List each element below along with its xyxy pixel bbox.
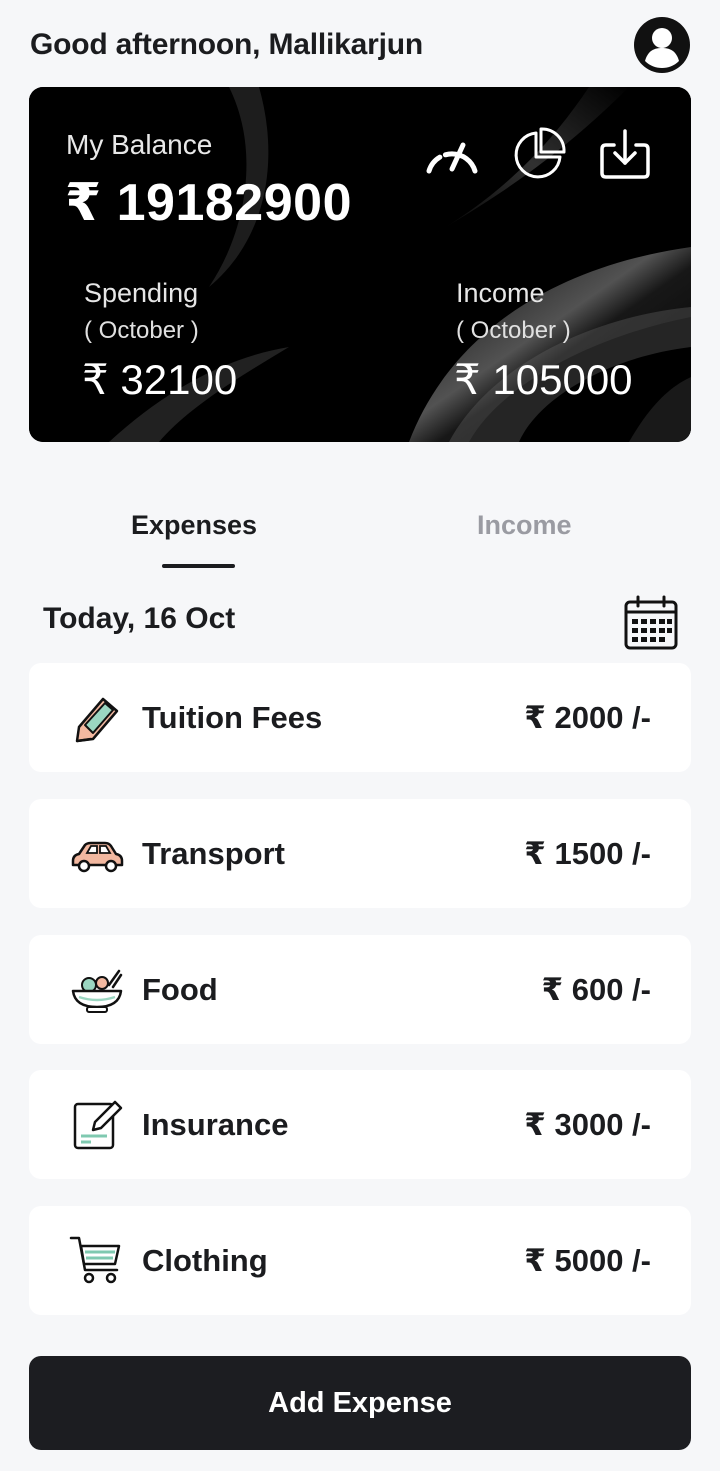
tab-income[interactable]: Income [477,510,572,541]
expense-name: Insurance [142,1107,289,1142]
car-icon [71,841,124,873]
download-icon[interactable] [596,125,654,183]
expense-amount: ₹ 600 /- [541,972,651,1007]
user-avatar-icon[interactable] [633,16,691,74]
spending-value: ₹ 32100 [82,356,238,403]
food-bowl-icon [71,969,123,1013]
income-value: ₹ 105000 [454,356,633,403]
calendar-icon[interactable] [622,594,680,652]
income-period: ( October ) [456,317,571,344]
pie-chart-icon[interactable] [510,125,568,183]
expense-name: Tuition Fees [142,700,323,735]
expense-item-transport[interactable]: Transport ₹ 1500 /- [29,799,691,908]
pencil-icon [75,697,119,743]
expense-amount: ₹ 3000 /- [524,1107,651,1142]
balance-value: ₹ 19182900 [65,174,352,232]
expense-amount: ₹ 5000 /- [524,1243,651,1278]
balance-card: My Balance ₹ 19182900 Spending ( October… [29,87,691,442]
expense-name: Clothing [142,1243,268,1278]
home-screen: Good afternoon, Mallikarjun My Balance ₹… [0,0,720,1471]
date-header: Today, 16 Oct [43,602,236,635]
expense-item-food[interactable]: Food ₹ 600 /- [29,935,691,1044]
shopping-cart-icon [69,1236,121,1284]
expense-item-tuition-fees[interactable]: Tuition Fees ₹ 2000 /- [29,663,691,772]
expense-name: Food [142,972,218,1007]
expense-item-insurance[interactable]: Insurance ₹ 3000 /- [29,1070,691,1179]
expense-amount: ₹ 1500 /- [524,836,651,871]
spending-label: Spending [84,278,199,308]
greeting-text: Good afternoon, Mallikarjun [30,28,423,61]
expense-amount: ₹ 2000 /- [524,700,651,735]
active-tab-indicator [162,564,235,568]
add-expense-button[interactable]: Add Expense [29,1356,691,1450]
expense-name: Transport [142,836,285,871]
tab-expenses[interactable]: Expenses [131,510,257,541]
document-edit-icon [73,1100,123,1150]
income-label: Income [456,278,545,308]
spending-period: ( October ) [84,317,199,344]
speedometer-icon[interactable] [423,125,481,183]
balance-label: My Balance [66,129,213,160]
expense-item-clothing[interactable]: Clothing ₹ 5000 /- [29,1206,691,1315]
